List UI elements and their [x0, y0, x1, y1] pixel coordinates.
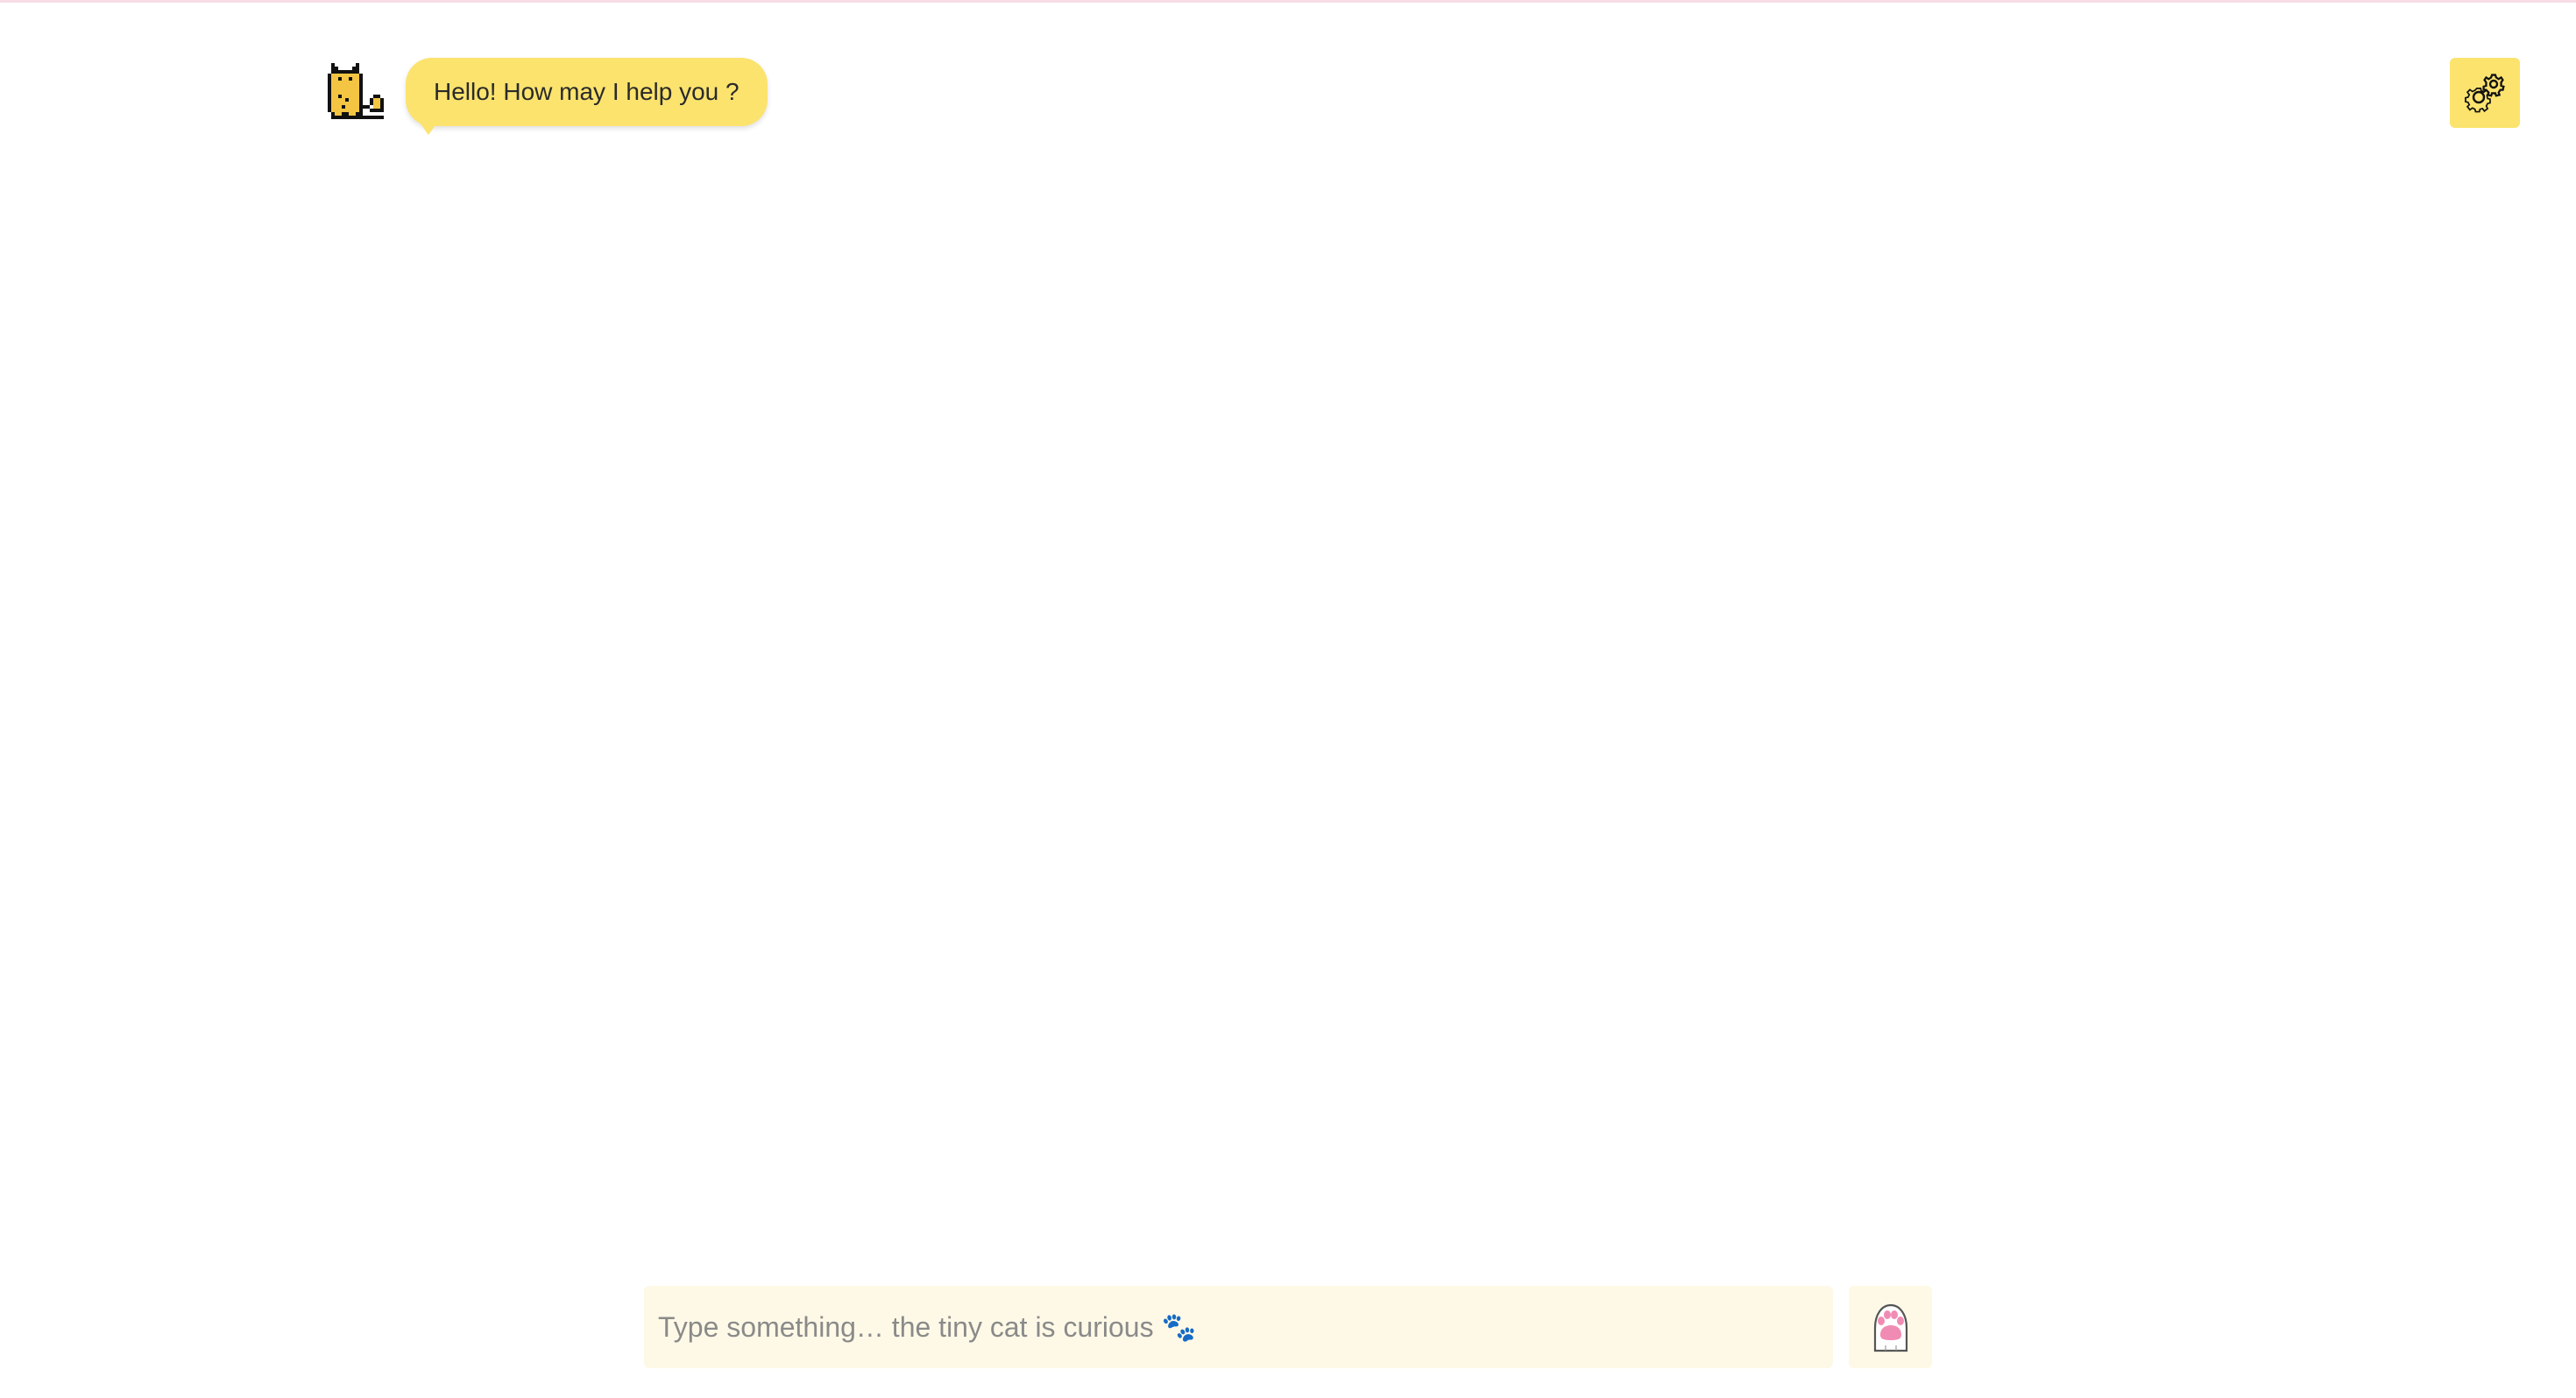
settings-button[interactable]: [2450, 58, 2520, 128]
send-button[interactable]: [1849, 1286, 1932, 1368]
cat-avatar-icon: [328, 63, 387, 123]
assistant-message-bubble: Hello! How may I help you ?: [406, 58, 768, 135]
gear-icon: [2461, 69, 2509, 116]
cat-paw-icon: [1868, 1302, 1914, 1352]
bubble-tail: [420, 123, 437, 135]
message-input[interactable]: [644, 1286, 1833, 1368]
chat-page: Hello! How may I help you ?: [0, 0, 2576, 1398]
assistant-message-text: Hello! How may I help you ?: [434, 78, 740, 105]
top-border: [0, 0, 2576, 3]
